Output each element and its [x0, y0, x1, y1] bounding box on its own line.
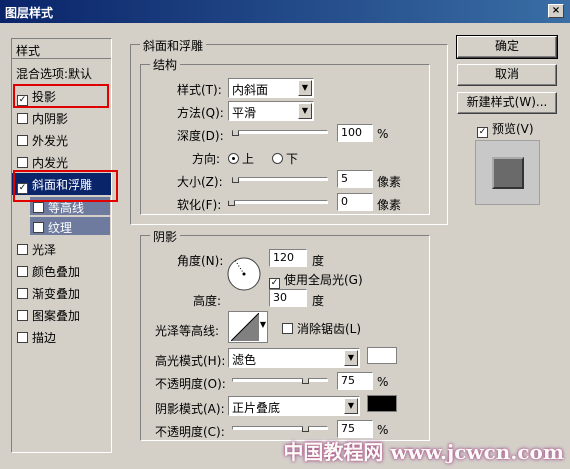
highlight-opacity-label: 不透明度(O): — [155, 377, 226, 391]
highlight-box-drop-shadow — [13, 84, 109, 108]
blend-options-item[interactable]: 混合选项:默认 — [12, 61, 111, 83]
structure-title: 结构 — [150, 56, 181, 73]
style-item-outer-glow[interactable]: 外发光 — [12, 129, 111, 151]
highlight-box-bevel-emboss — [13, 170, 118, 202]
shadow-opacity-unit: % — [377, 423, 389, 437]
size-slider[interactable] — [232, 177, 328, 181]
radio-icon — [228, 153, 239, 164]
gloss-contour-picker[interactable]: ▼ — [228, 311, 268, 343]
style-item-pattern-overlay[interactable]: 图案叠加 — [12, 304, 111, 326]
size-label: 大小(Z): — [177, 175, 223, 189]
altitude-field[interactable]: 30 — [269, 289, 307, 307]
style-dropdown[interactable]: 内斜面 ▼ — [228, 78, 314, 98]
style-item-stroke[interactable]: 描边 — [12, 326, 111, 348]
highlight-mode-label: 高光模式(H): — [155, 354, 226, 368]
depth-slider[interactable] — [232, 130, 328, 134]
title-bar: 图层样式 — [0, 0, 570, 23]
color-overlay-checkbox[interactable] — [17, 266, 28, 277]
soften-unit: 像素 — [377, 198, 402, 212]
shadow-color-swatch[interactable] — [367, 395, 397, 412]
close-button[interactable]: × — [548, 4, 564, 18]
angle-unit: 度 — [312, 254, 325, 268]
global-light-checkbox[interactable]: ✓ 使用全局光(G) — [269, 271, 363, 289]
soften-slider[interactable] — [232, 200, 328, 204]
gradient-overlay-checkbox[interactable] — [17, 288, 28, 299]
checkbox-icon: ✓ — [477, 127, 488, 138]
technique-dropdown[interactable]: 平滑 ▼ — [228, 101, 314, 121]
checkbox-icon — [282, 323, 293, 334]
antialias-checkbox[interactable]: 消除锯齿(L) — [282, 320, 361, 337]
angle-label: 角度(N): — [177, 254, 224, 268]
style-item-gradient-overlay[interactable]: 渐变叠加 — [12, 282, 111, 304]
preview-checkbox[interactable]: ✓ 预览(V) — [477, 120, 534, 138]
styles-header[interactable]: 样式 — [12, 39, 111, 59]
chevron-down-icon: ▼ — [298, 103, 312, 119]
style-preview — [475, 140, 540, 205]
ok-button[interactable]: 确定 — [456, 35, 558, 59]
stroke-checkbox[interactable] — [17, 332, 28, 343]
cancel-button[interactable]: 取消 — [457, 64, 557, 86]
style-label: 样式(T): — [177, 83, 222, 97]
highlight-opacity-slider[interactable] — [232, 378, 328, 382]
style-item-texture[interactable]: 纹理 — [30, 217, 110, 235]
direction-down-radio[interactable]: 下 — [272, 150, 298, 167]
angle-field[interactable]: 120 — [269, 249, 307, 267]
watermark: 中国教程网 www.jcwcn.com — [283, 440, 564, 464]
radio-icon — [272, 153, 283, 164]
angle-wheel[interactable] — [226, 256, 262, 292]
chevron-down-icon: ▼ — [259, 320, 266, 329]
preview-swatch — [492, 157, 524, 189]
soften-field[interactable]: 0 — [337, 193, 373, 211]
size-field[interactable]: 5 — [337, 170, 373, 188]
altitude-unit: 度 — [312, 294, 325, 308]
depth-field[interactable]: 100 — [337, 124, 373, 142]
soften-label: 软化(F): — [177, 198, 222, 212]
new-style-button[interactable]: 新建样式(W)... — [457, 92, 557, 114]
contour-checkbox[interactable] — [33, 202, 44, 213]
chevron-down-icon: ▼ — [344, 398, 358, 414]
inner-glow-checkbox[interactable] — [17, 157, 28, 168]
shadow-mode-label: 阴影模式(A): — [155, 402, 225, 416]
style-item-inner-shadow[interactable]: 内阴影 — [12, 107, 111, 129]
highlight-mode-dropdown[interactable]: 滤色 ▼ — [228, 348, 360, 368]
highlight-opacity-unit: % — [377, 375, 389, 389]
style-item-satin[interactable]: 光泽 — [12, 238, 111, 260]
highlight-opacity-field[interactable]: 75 — [337, 372, 373, 390]
chevron-down-icon: ▼ — [344, 350, 358, 366]
direction-up-radio[interactable]: 上 — [228, 150, 254, 167]
outer-glow-checkbox[interactable] — [17, 135, 28, 146]
altitude-label: 高度: — [193, 294, 222, 308]
style-item-color-overlay[interactable]: 颜色叠加 — [12, 260, 111, 282]
satin-checkbox[interactable] — [17, 244, 28, 255]
pattern-overlay-checkbox[interactable] — [17, 310, 28, 321]
inner-shadow-checkbox[interactable] — [17, 113, 28, 124]
shading-title: 阴影 — [150, 228, 181, 245]
texture-checkbox[interactable] — [33, 222, 44, 233]
depth-unit: % — [377, 127, 389, 141]
window-title: 图层样式 — [5, 6, 54, 20]
gloss-contour-label: 光泽等高线: — [155, 324, 220, 338]
direction-label: 方向: — [192, 152, 221, 166]
bevel-emboss-title: 斜面和浮雕 — [140, 37, 207, 54]
size-unit: 像素 — [377, 175, 402, 189]
technique-label: 方法(Q): — [177, 106, 224, 120]
shadow-mode-dropdown[interactable]: 正片叠底 ▼ — [228, 396, 360, 416]
checkbox-icon: ✓ — [269, 278, 280, 289]
chevron-down-icon: ▼ — [298, 80, 312, 96]
shadow-opacity-label: 不透明度(C): — [155, 425, 225, 439]
highlight-color-swatch[interactable] — [367, 347, 397, 364]
shadow-opacity-slider[interactable] — [232, 426, 328, 430]
depth-label: 深度(D): — [177, 129, 224, 143]
contour-curve-icon — [231, 313, 259, 341]
